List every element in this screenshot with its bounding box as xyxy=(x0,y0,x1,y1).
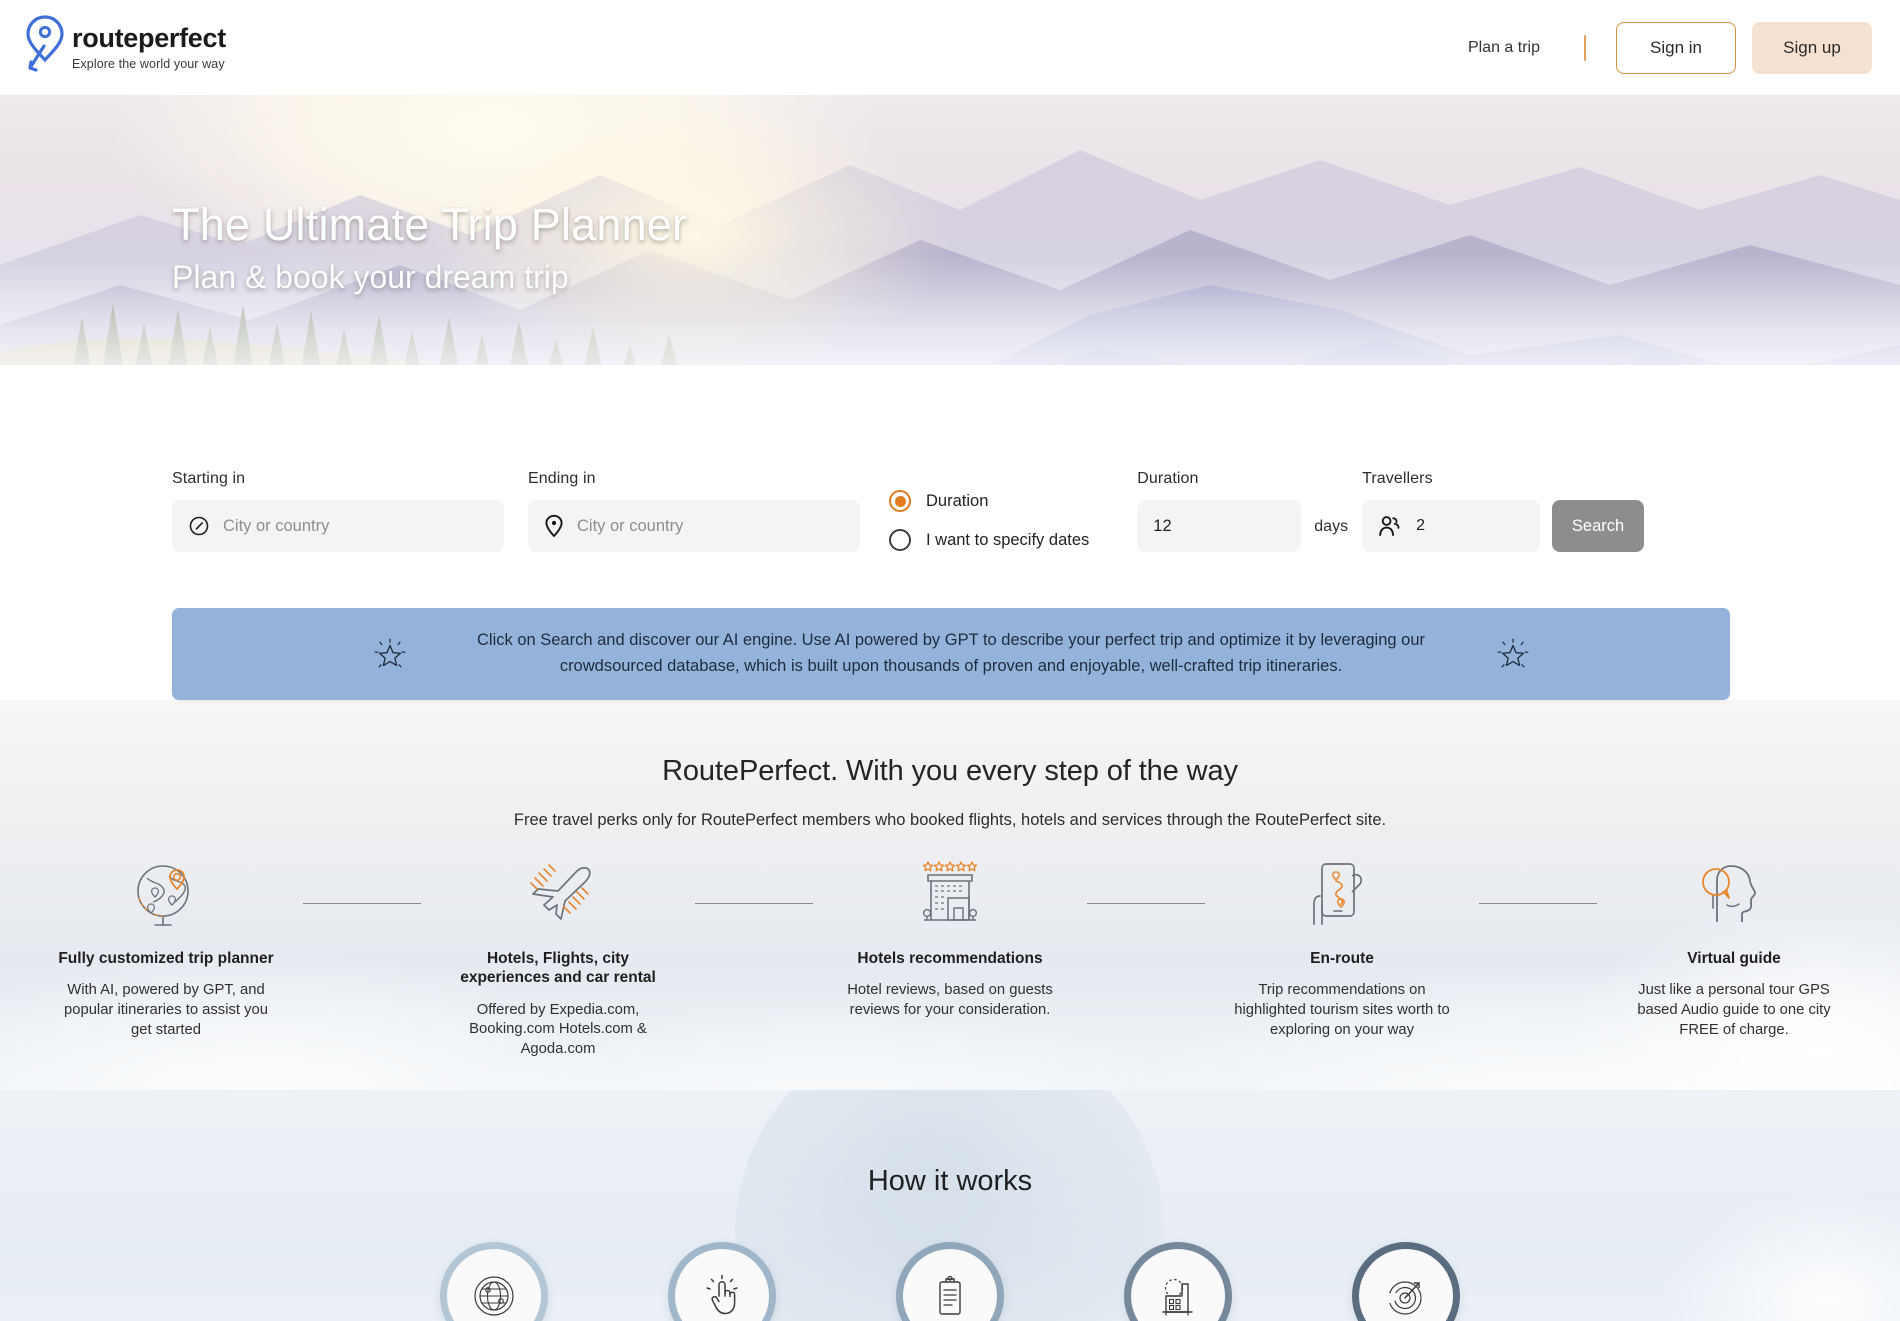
logo-name: routeperfect xyxy=(72,23,226,53)
radio-duration-dot[interactable] xyxy=(889,490,911,512)
perk-item-booking: Hotels, Flights, city experiences and ca… xyxy=(444,855,672,1060)
perk-desc: Trip recommendations on highlighted tour… xyxy=(1234,982,1450,1038)
search-button[interactable]: Search xyxy=(1552,500,1645,552)
building-icon xyxy=(1162,1278,1193,1316)
how-it-works-section: How it works xyxy=(0,1090,1900,1321)
travellers-label: Travellers xyxy=(1362,470,1433,487)
perk-name: En-route xyxy=(1310,950,1374,967)
perk-item-enroute: En-route Trip recommendations on highlig… xyxy=(1228,855,1456,1040)
travellers-field: Travellers 2 Search xyxy=(1362,470,1645,552)
phone-route-icon xyxy=(1228,855,1456,933)
hero-text: The Ultimate Trip Planner Plan & book yo… xyxy=(172,199,688,296)
radio-specify-dates-label: I want to specify dates xyxy=(926,530,1090,549)
header-actions: Plan a trip Sign in Sign up xyxy=(1456,0,1872,95)
how-it-works-step-1[interactable] xyxy=(440,1242,548,1321)
globe-pins-icon xyxy=(52,855,280,933)
perk-item-virtual-guide: Virtual guide Just like a personal tour … xyxy=(1620,855,1848,1040)
how-it-works-steps xyxy=(0,1242,1900,1321)
how-it-works-step-4[interactable] xyxy=(1124,1242,1232,1321)
perk-desc: Just like a personal tour GPS based Audi… xyxy=(1637,982,1831,1038)
ending-in-placeholder: City or country xyxy=(577,516,684,535)
duration-field: Duration 12 days xyxy=(1137,470,1348,552)
perk-item-hotels: Hotels recommendations Hotel reviews, ba… xyxy=(836,855,1064,1021)
duration-label: Duration xyxy=(1137,470,1199,487)
days-unit-label: days xyxy=(1314,518,1349,535)
people-icon xyxy=(1379,516,1400,536)
perk-desc: Hotel reviews, based on guests reviews f… xyxy=(847,982,1053,1019)
click-hand-icon xyxy=(706,1274,738,1315)
search-section: Starting in City or country Ending in Ci… xyxy=(0,445,1900,575)
trip-mode-radio-group: Duration I want to specify dates xyxy=(889,490,1089,552)
target-arrow-icon xyxy=(1388,1281,1422,1315)
perk-item-trip-planner: Fully customized trip planner With AI, p… xyxy=(52,855,280,1040)
compass-icon xyxy=(189,516,209,536)
radio-specify-dates-dot[interactable] xyxy=(889,529,911,551)
ai-info-banner: Click on Search and discover our AI engi… xyxy=(172,608,1730,700)
ending-in-label: Ending in xyxy=(528,470,596,487)
hero-banner: The Ultimate Trip Planner Plan & book yo… xyxy=(0,95,1900,445)
airplane-icon xyxy=(444,855,672,933)
plan-a-trip-link[interactable]: Plan a trip xyxy=(1456,31,1552,65)
perk-separator-3 xyxy=(1087,903,1205,904)
radio-specify-dates[interactable]: I want to specify dates xyxy=(889,529,1089,551)
perk-name: Fully customized trip planner xyxy=(58,950,274,967)
radio-duration[interactable]: Duration xyxy=(889,490,1089,512)
how-it-works-step-3[interactable] xyxy=(896,1242,1004,1321)
perk-name: Hotels, Flights, city experiences and ca… xyxy=(460,950,656,987)
starting-in-label: Starting in xyxy=(172,470,246,487)
perk-separator-2 xyxy=(695,903,813,904)
perk-separator-1 xyxy=(303,903,421,904)
location-pin-icon xyxy=(545,514,563,538)
logo[interactable]: routeperfect Explore the world your way xyxy=(22,14,226,76)
header-divider xyxy=(1584,34,1586,61)
perks-subtitle: Free travel perks only for RoutePerfect … xyxy=(513,811,1387,829)
perk-desc: Offered by Expedia.com, Booking.com Hote… xyxy=(469,1001,647,1058)
sparkle-star-icon-right xyxy=(1497,638,1528,668)
hero-subtitle: Plan & book your dream trip xyxy=(172,259,569,296)
perks-header: RoutePerfect. With you every step of the… xyxy=(0,755,1900,830)
perks-list: Fully customized trip planner With AI, p… xyxy=(0,855,1900,1060)
duration-input[interactable]: 12 xyxy=(1137,500,1302,552)
perk-separator-4 xyxy=(1479,903,1597,904)
sparkle-star-icon xyxy=(374,638,405,668)
logo-tagline: Explore the world your way xyxy=(72,57,225,71)
perk-name: Hotels recommendations xyxy=(857,950,1043,967)
ending-in-input[interactable]: City or country xyxy=(528,500,860,552)
radio-duration-label: Duration xyxy=(926,491,989,510)
map-pin-icon xyxy=(26,15,64,72)
how-it-works-title: How it works xyxy=(867,1165,1033,1197)
ai-banner-text: Click on Search and discover our AI engi… xyxy=(476,631,1426,675)
hero-title: The Ultimate Trip Planner xyxy=(172,199,688,250)
starting-in-field: Starting in City or country xyxy=(172,470,504,552)
search-form: Starting in City or country Ending in Ci… xyxy=(172,470,1645,552)
starting-in-input[interactable]: City or country xyxy=(172,500,504,552)
sign-up-button[interactable]: Sign up xyxy=(1752,21,1872,74)
how-it-works-step-5[interactable] xyxy=(1352,1242,1460,1321)
starting-in-placeholder: City or country xyxy=(223,516,330,535)
clipboard-icon xyxy=(939,1275,961,1315)
travellers-value: 2 xyxy=(1416,517,1425,534)
head-speech-icon xyxy=(1620,855,1848,933)
site-header: routeperfect Explore the world your way … xyxy=(0,0,1900,95)
perk-desc: With AI, powered by GPT, and popular iti… xyxy=(64,982,268,1038)
landing-page: routeperfect Explore the world your way … xyxy=(0,0,1900,1321)
hotel-stars-icon xyxy=(836,855,1064,933)
how-it-works-step-2[interactable] xyxy=(668,1242,776,1321)
duration-value: 12 xyxy=(1153,516,1172,535)
globe-grid-icon xyxy=(474,1276,514,1316)
ending-in-field: Ending in City or country xyxy=(528,470,860,552)
perk-name: Virtual guide xyxy=(1687,950,1781,967)
travellers-input[interactable]: 2 xyxy=(1362,500,1541,552)
sign-in-button[interactable]: Sign in xyxy=(1616,21,1736,74)
perks-title: RoutePerfect. With you every step of the… xyxy=(662,755,1238,787)
